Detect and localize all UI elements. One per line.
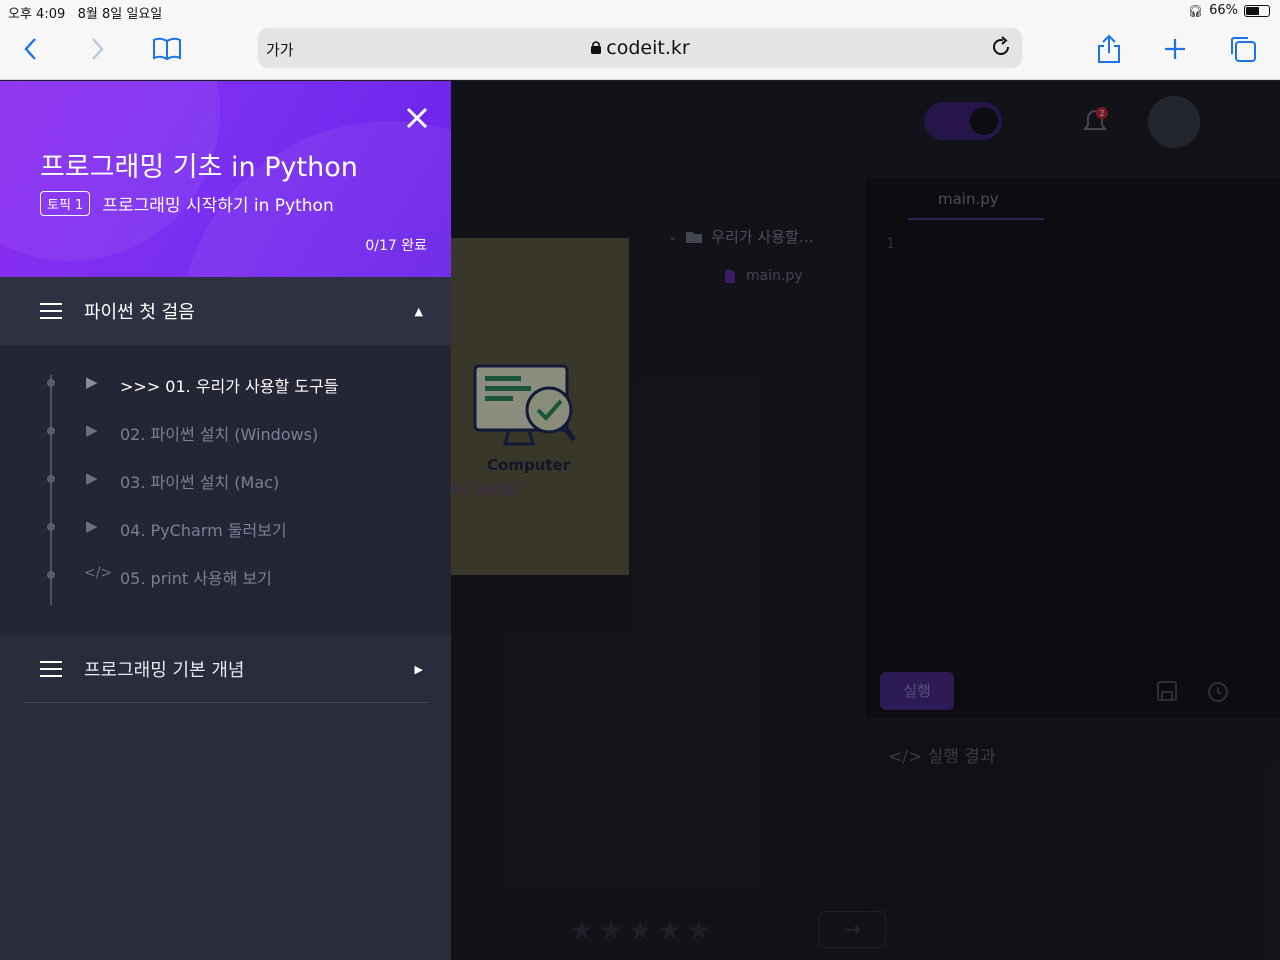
topic-row: 토픽 1 프로그래밍 시작하기 in Python: [40, 191, 334, 216]
lesson-item[interactable]: ▶ 03. 파이썬 설치 (Mac): [0, 461, 451, 501]
caret-right-icon[interactable]: ▶: [415, 663, 423, 676]
drawer-header: 프로그래밍 기초 in Python 토픽 1 프로그래밍 시작하기 in Py…: [0, 81, 451, 277]
lesson-label: >>> 01. 우리가 사용할 도구들: [120, 377, 339, 396]
menu-icon: [40, 303, 62, 319]
overlay-dim[interactable]: [451, 81, 1280, 960]
progress-text: 0/17 완료: [365, 238, 427, 254]
share-button[interactable]: [1092, 34, 1126, 64]
course-title: 프로그래밍 기초 in Python: [40, 152, 358, 183]
status-indicators: 🎧︎ 66%: [1188, 3, 1270, 18]
back-button[interactable]: [14, 34, 48, 64]
lesson-list: ▶ >>> 01. 우리가 사용할 도구들 ▶ 02. 파이썬 설치 (Wind…: [0, 345, 451, 635]
close-icon[interactable]: [402, 103, 432, 133]
divider: [24, 702, 428, 703]
battery-icon: [1244, 4, 1270, 17]
lesson-label: 02. 파이썬 설치 (Windows): [120, 425, 319, 444]
caret-up-icon[interactable]: ▲: [415, 305, 423, 318]
bookmarks-button[interactable]: [150, 34, 184, 64]
browser-toolbar: 가가 codeit.kr: [0, 22, 1280, 80]
tabs-icon: [1231, 37, 1256, 62]
play-icon: ▶: [86, 421, 98, 439]
chevron-left-icon: [24, 38, 36, 60]
section-header-2[interactable]: 프로그래밍 기본 개념 ▶: [0, 635, 451, 703]
battery-percent: 66%: [1209, 3, 1238, 18]
book-icon: [153, 37, 181, 61]
menu-icon: [40, 661, 62, 677]
section-title: 프로그래밍 기본 개념: [84, 660, 245, 681]
lock-icon: [591, 41, 602, 54]
lesson-item[interactable]: </> 05. print 사용해 보기: [0, 557, 451, 597]
play-icon: ▶: [86, 517, 98, 535]
section-title: 파이썬 첫 걸음: [84, 302, 195, 323]
plus-icon: [1165, 39, 1185, 59]
lesson-item[interactable]: ▶ >>> 01. 우리가 사용할 도구들: [0, 365, 451, 405]
chevron-right-icon: [92, 38, 104, 60]
url-field[interactable]: codeit.kr: [258, 37, 1022, 59]
lesson-label: 03. 파이썬 설치 (Mac): [120, 473, 280, 492]
battery-fill: [1246, 6, 1259, 15]
play-icon: ▶: [86, 373, 98, 391]
lesson-item[interactable]: ▶ 04. PyCharm 둘러보기: [0, 509, 451, 549]
status-bar: 오후 4:09 8월 8일 일요일 🎧︎ 66%: [0, 0, 1280, 22]
timeline-dot: [47, 475, 55, 483]
topic-name: 프로그래밍 시작하기 in Python: [102, 196, 334, 216]
forward-button[interactable]: [80, 34, 114, 64]
lesson-label: 05. print 사용해 보기: [120, 569, 272, 588]
url-text: codeit.kr: [606, 37, 690, 59]
new-tab-button[interactable]: [1158, 34, 1192, 64]
topic-badge: 토픽 1: [40, 191, 91, 216]
code-icon: </>: [84, 565, 113, 581]
headphones-icon: 🎧︎: [1187, 3, 1204, 18]
share-icon: [1098, 34, 1120, 63]
lesson-item[interactable]: ▶ 02. 파이썬 설치 (Windows): [0, 413, 451, 453]
reload-icon[interactable]: [990, 36, 1012, 58]
status-time: 오후 4:09 8월 8일 일요일: [8, 7, 163, 22]
timeline-dot: [47, 427, 55, 435]
address-bar[interactable]: 가가 codeit.kr: [258, 28, 1022, 68]
tabs-button[interactable]: [1226, 34, 1260, 64]
play-icon: ▶: [86, 469, 98, 487]
lesson-label: 04. PyCharm 둘러보기: [120, 521, 287, 540]
section-header-1[interactable]: 파이썬 첫 걸음 ▲: [0, 277, 451, 345]
curriculum-drawer: 프로그래밍 기초 in Python 토픽 1 프로그래밍 시작하기 in Py…: [0, 81, 451, 960]
timeline-dot: [47, 379, 55, 387]
timeline-dot: [47, 523, 55, 531]
timeline-dot: [47, 571, 55, 579]
